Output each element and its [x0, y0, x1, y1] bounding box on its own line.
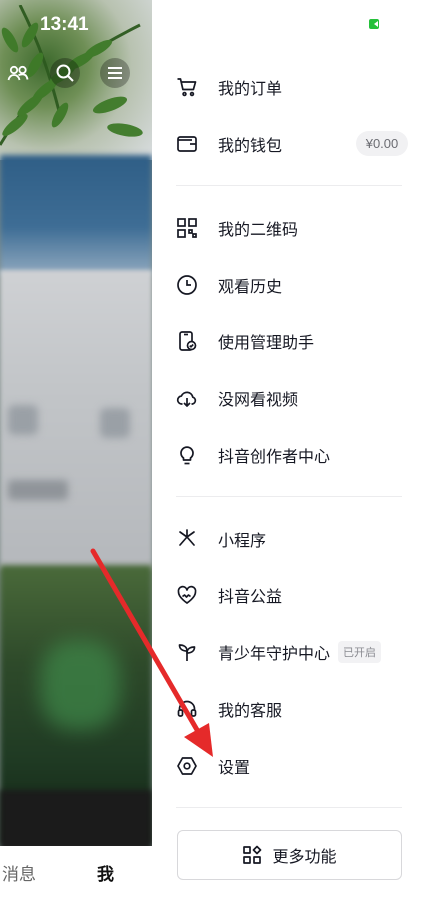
- status-badge: 已开启: [338, 641, 382, 663]
- qrcode-icon: [176, 217, 198, 239]
- menu-item-qrcode[interactable]: 我的二维码: [176, 208, 406, 248]
- background-block: [40, 640, 120, 730]
- top-toolbar: [0, 58, 152, 90]
- menu-item-creator[interactable]: 抖音创作者中心: [176, 435, 406, 475]
- battery-icon: [369, 19, 379, 29]
- menu-item-orders[interactable]: 我的订单: [176, 67, 406, 107]
- divider: [176, 185, 402, 186]
- headset-icon: [176, 698, 198, 720]
- menu-item-service[interactable]: 我的客服: [176, 689, 406, 729]
- sprout-icon: [176, 641, 198, 663]
- side-drawer: 我的订单 我的钱包 ¥0.00 我的二维码 观看历史 使用管理助手 没网看视频 …: [152, 0, 425, 916]
- background-profile-page: 13:41 消息 我: [0, 0, 152, 916]
- menu-item-label: 使用管理助手: [218, 335, 315, 352]
- menu-item-label: 抖音公益: [218, 589, 283, 606]
- background-block: [100, 408, 130, 438]
- menu-item-label: 我的钱包: [218, 138, 283, 155]
- cloud-download-icon: [176, 387, 198, 409]
- tab-messages[interactable]: 消息: [2, 860, 36, 885]
- divider: [176, 496, 402, 497]
- friends-icon[interactable]: [3, 58, 33, 88]
- miniapp-icon: [176, 528, 198, 550]
- menu-item-label: 我的二维码: [218, 222, 299, 239]
- menu-item-miniapp[interactable]: 小程序: [176, 519, 406, 559]
- background-block: [8, 480, 68, 500]
- background-block: [8, 405, 38, 435]
- status-bar: 13:41: [0, 0, 152, 50]
- background-block: [0, 155, 152, 275]
- menu-item-label: 抖音创作者中心: [218, 449, 331, 466]
- menu-item-label: 没网看视频: [218, 392, 299, 409]
- clock-icon: [176, 274, 198, 296]
- menu-item-label: 我的客服: [218, 703, 283, 720]
- menu-item-settings[interactable]: 设置: [176, 746, 406, 786]
- status-time: 13:41: [40, 14, 89, 35]
- menu-item-charity[interactable]: 抖音公益: [176, 575, 406, 615]
- menu-item-label: 我的订单: [218, 81, 283, 98]
- menu-item-youth[interactable]: 青少年守护中心 已开启: [176, 632, 406, 672]
- more-features-label: 更多功能: [272, 849, 337, 866]
- menu-item-label: 设置: [218, 760, 251, 777]
- menu-item-offline[interactable]: 没网看视频: [176, 378, 406, 418]
- menu-item-label: 青少年守护中心: [218, 646, 331, 663]
- wallet-balance-badge: ¥0.00: [356, 131, 408, 156]
- search-icon[interactable]: [50, 58, 80, 88]
- cart-icon: [176, 76, 198, 98]
- background-block: [0, 790, 152, 850]
- bottom-tab-bar: 消息 我: [0, 846, 152, 916]
- wallet-icon: [176, 133, 198, 155]
- phone-check-icon: [176, 330, 198, 352]
- heart-icon: [176, 584, 198, 606]
- more-features-button[interactable]: 更多功能: [177, 830, 402, 880]
- tab-me[interactable]: 我: [97, 860, 114, 885]
- gear-icon: [176, 755, 198, 777]
- menu-item-label: 观看历史: [218, 279, 283, 296]
- lightbulb-icon: [176, 444, 198, 466]
- divider: [176, 807, 402, 808]
- menu-item-label: 小程序: [218, 533, 267, 550]
- menu-icon[interactable]: [100, 58, 130, 88]
- menu-item-history[interactable]: 观看历史: [176, 265, 406, 305]
- grid-icon: [242, 845, 262, 865]
- menu-item-manage[interactable]: 使用管理助手: [176, 321, 406, 361]
